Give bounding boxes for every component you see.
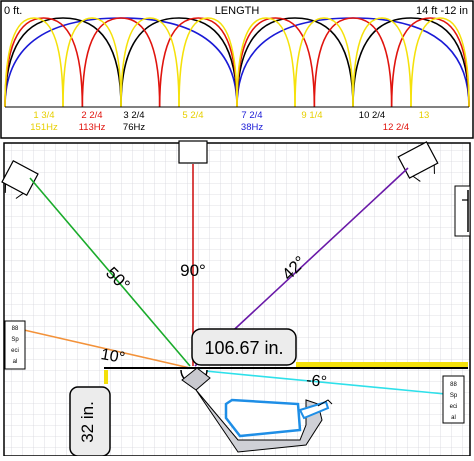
mode-label-5-position: 7 2/4 <box>241 110 262 121</box>
right-box-line-2: Sp <box>450 393 458 399</box>
mode-arc-yellow <box>4 17 64 108</box>
mode-arc-yellow <box>236 17 296 108</box>
room-mode-panel: 0 ft. LENGTH 14 ft -12 in 1 3/4 151Hz 2 … <box>0 0 474 139</box>
length-start-label: 0 ft. <box>4 5 22 17</box>
length-title: LENGTH <box>215 5 260 17</box>
left-box-line-1: 88 <box>12 326 19 332</box>
mode-label-8-freq: 12 2/4 <box>383 122 409 133</box>
left-box-line-2: Sp <box>11 337 19 343</box>
ruler-strip <box>296 362 468 367</box>
mode-label-1-freq: 151Hz <box>30 122 58 133</box>
mode-arc-yellow <box>178 17 238 108</box>
height-label: 32 in. <box>78 401 97 443</box>
mode-arc-yellow <box>62 17 122 108</box>
right-wall-fixture <box>454 185 471 237</box>
length-end-label: 14 ft -12 in <box>416 5 468 17</box>
mode-label-4-position: 5 2/4 <box>182 110 203 121</box>
center-speaker-icon <box>178 140 208 164</box>
distance-label: 106.67 in. <box>204 338 283 358</box>
mode-arc-yellow <box>120 17 180 108</box>
floor-plan-panel: 50° 90° 42° 10° -6° 88 Sp eci al 88 Sp e… <box>0 139 474 457</box>
right-box-line-1: 88 <box>450 382 457 388</box>
mode-label-3-position: 3 2/4 <box>123 110 144 121</box>
ruler-tick-left <box>104 370 108 384</box>
mode-label-9-position: 13 <box>419 110 430 121</box>
mode-label-6-position: 9 1/4 <box>301 110 322 121</box>
left-box-line-4: al <box>13 359 18 365</box>
room-mode-chart: 0 ft. LENGTH 14 ft -12 in 1 3/4 151Hz 2 … <box>0 0 474 139</box>
left-box: 88 Sp eci al <box>4 320 26 370</box>
mode-arc-yellow <box>352 17 412 108</box>
mode-label-3-freq: 76Hz <box>123 122 145 133</box>
mode-arc-yellow <box>294 17 354 108</box>
mode-label-5-freq: 38Hz <box>241 122 263 133</box>
mode-label-7-position: 10 2/4 <box>359 110 385 121</box>
mode-label-1-position: 1 3/4 <box>33 110 54 121</box>
mode-arc-yellow <box>410 17 470 108</box>
right-box: 88 Sp eci al <box>442 375 465 424</box>
mode-label-2-freq: 113Hz <box>79 122 106 133</box>
angle-label-neg6: -6° <box>305 372 327 391</box>
mode-arcs <box>4 17 470 108</box>
angle-label-90: 90° <box>180 261 206 280</box>
mode-panel-border <box>0 0 474 139</box>
floor-plan: 50° 90° 42° 10° -6° 88 Sp eci al 88 Sp e… <box>0 139 474 457</box>
mode-label-2-position: 2 2/4 <box>81 110 102 121</box>
left-box-line-3: eci <box>11 348 19 354</box>
right-box-line-3: eci <box>450 404 458 410</box>
right-box-line-4: al <box>451 415 456 421</box>
